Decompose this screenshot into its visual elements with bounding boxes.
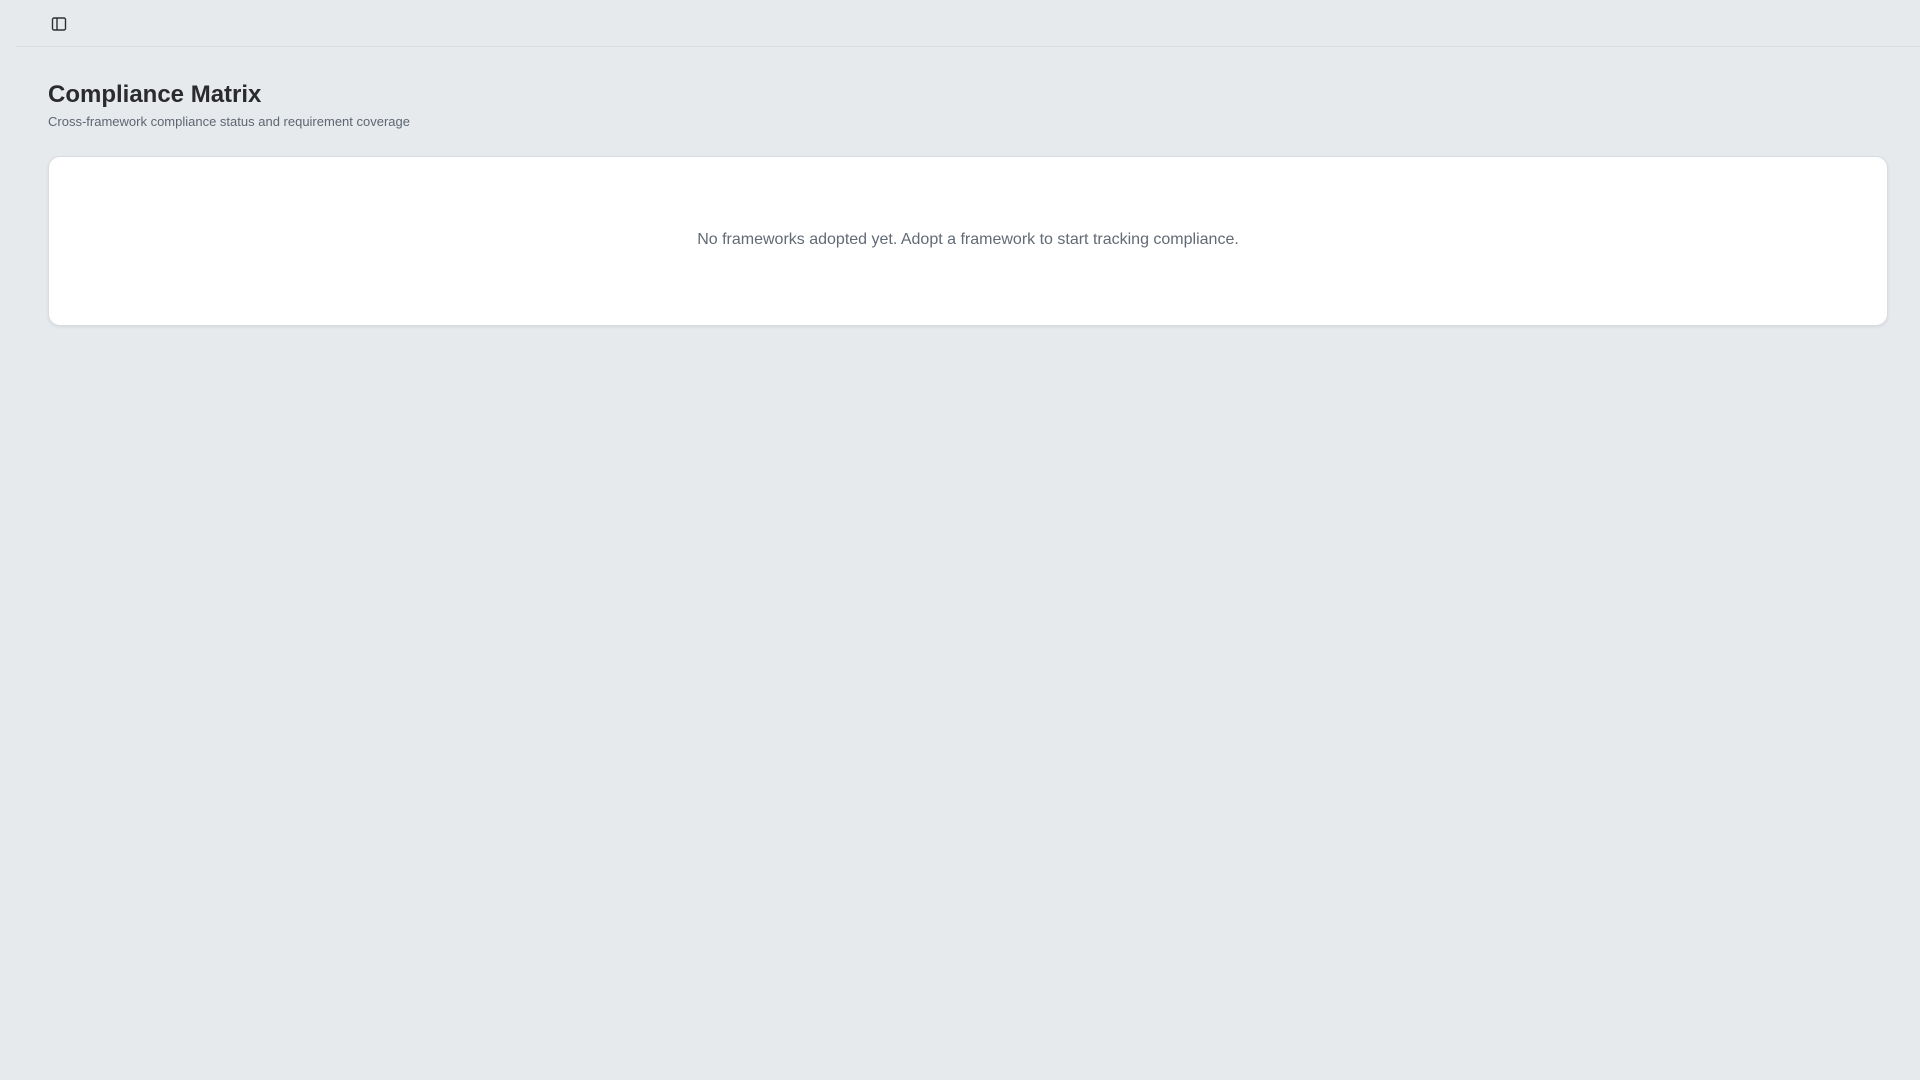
sidebar-panel-icon — [51, 16, 67, 32]
page-header: Compliance Matrix Cross-framework compli… — [48, 80, 410, 130]
top-bar — [16, 0, 1920, 47]
empty-state-card: No frameworks adopted yet. Adopt a frame… — [48, 156, 1888, 326]
page-title: Compliance Matrix — [48, 81, 262, 108]
sidebar-toggle-button[interactable] — [48, 13, 70, 35]
page-subtitle: Cross-framework compliance status and re… — [48, 114, 410, 129]
empty-state-message: No frameworks adopted yet. Adopt a frame… — [697, 231, 1239, 248]
